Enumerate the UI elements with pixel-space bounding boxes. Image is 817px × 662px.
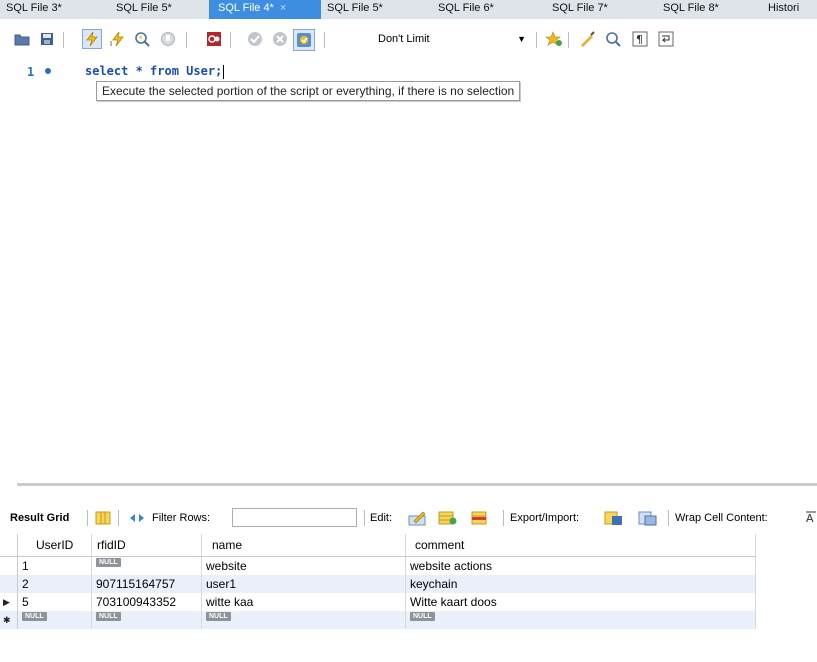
result-grid-tab[interactable]: Result Grid (10, 509, 69, 527)
cell-userid[interactable]: 2 (18, 575, 92, 593)
commit-icon[interactable] (245, 29, 265, 49)
cell-name[interactable]: NULL (202, 611, 406, 629)
cell-rfidid[interactable]: 907115164757 (92, 575, 202, 593)
edit-row-icon[interactable] (408, 509, 428, 527)
rollback-icon[interactable] (270, 29, 290, 49)
execute-lightning-icon[interactable] (82, 29, 102, 49)
column-header-name[interactable]: name (202, 534, 406, 556)
cell-userid[interactable]: 5 (18, 593, 92, 611)
autocommit-icon[interactable] (293, 29, 315, 51)
filter-rows-label: Filter Rows: (152, 512, 211, 524)
cell-name[interactable]: website (202, 557, 406, 575)
tab-label: SQL File 5* (327, 2, 383, 14)
tab-label: SQL File 5* (116, 2, 172, 14)
null-badge: NULL (22, 612, 47, 621)
tab-sql-file-5b[interactable]: SQL File 5* (321, 0, 424, 19)
new-row[interactable]: ✱ NULL NULL NULL NULL (0, 611, 756, 629)
tab-sql-file-8[interactable]: SQL File 8* (646, 0, 750, 19)
row-indicator (0, 575, 18, 593)
cell-comment[interactable]: Witte kaart doos (406, 593, 756, 611)
limit-rows-value: Don't Limit (378, 33, 430, 45)
sql-editor[interactable]: 1 select * from User; Execute the select… (0, 58, 817, 478)
tab-label: SQL File 8* (663, 2, 719, 14)
tooltip: Execute the selected portion of the scri… (96, 81, 521, 101)
cell-rfidid[interactable]: NULL (92, 557, 202, 575)
execute-cursor-icon[interactable]: I (108, 29, 128, 49)
chevron-down-icon: ▼ (517, 34, 526, 44)
tab-sql-file-4[interactable]: SQL File 4* × (209, 0, 321, 19)
close-icon[interactable]: × (280, 2, 286, 14)
export-import-label: Export/Import: (510, 512, 580, 524)
tab-label: SQL File 6* (438, 2, 494, 14)
svg-text:¶: ¶ (636, 33, 643, 46)
bookmark-star-icon[interactable] (544, 29, 564, 49)
svg-text:I: I (110, 40, 112, 47)
table-row[interactable]: ▶ 5 703100943352 witte kaa Witte kaart d… (0, 593, 756, 611)
null-badge: NULL (96, 558, 121, 567)
tab-sql-file-5[interactable]: SQL File 5* (92, 0, 209, 19)
wrap-cell-icon[interactable]: A (806, 509, 817, 527)
cell-name[interactable]: witte kaa (202, 593, 406, 611)
statement-marker-icon (45, 68, 51, 74)
cell-rfidid[interactable]: NULL (92, 611, 202, 629)
table-row[interactable]: 2 907115164757 user1 keychain (0, 575, 756, 593)
null-badge: NULL (96, 612, 121, 621)
tab-bar: SQL File 3* SQL File 5* SQL File 4* × SQL… (0, 0, 817, 19)
import-icon[interactable] (638, 509, 658, 527)
cell-userid[interactable]: 1 (18, 557, 92, 575)
column-header-rfidid[interactable]: rfidID (92, 534, 202, 556)
toggle-error-icon[interactable] (204, 29, 224, 49)
stop-icon[interactable] (158, 29, 178, 49)
row-indicator (0, 557, 18, 575)
sql-toolbar: I Don't Limit ▼ ¶ (0, 29, 817, 55)
code-line[interactable]: select * from User; (85, 64, 225, 79)
table-row[interactable]: 1 NULL website website actions (0, 557, 756, 575)
tab-sql-file-7[interactable]: SQL File 7* (536, 0, 646, 19)
cell-comment[interactable]: NULL (406, 611, 756, 629)
filter-rows-input[interactable] (232, 508, 357, 527)
row-indicator-header (0, 534, 18, 556)
wrap-icon[interactable] (656, 29, 676, 49)
tab-label: SQL File 4* (218, 2, 274, 14)
null-badge: NULL (410, 612, 435, 621)
result-toolbar: Result Grid Filter Rows: Edit: Export/Im… (0, 507, 817, 529)
explain-icon[interactable] (132, 29, 152, 49)
cell-rfidid[interactable]: 703100943352 (92, 593, 202, 611)
svg-text:A: A (806, 512, 814, 525)
text-caret (223, 64, 225, 79)
export-icon[interactable] (604, 509, 624, 527)
add-row-icon[interactable] (438, 509, 458, 527)
edit-label: Edit: (370, 512, 393, 524)
grid-header-row: UserID rfidID name comment (0, 534, 756, 557)
beautify-icon[interactable] (577, 29, 597, 49)
result-grid: UserID rfidID name comment 1 NULL websit… (0, 534, 756, 629)
grid-columns-icon[interactable] (95, 509, 111, 527)
limit-rows-select[interactable]: Don't Limit ▼ (370, 30, 530, 48)
save-icon[interactable] (37, 29, 57, 49)
column-header-comment[interactable]: comment (406, 534, 756, 556)
tab-label: Histori (768, 2, 800, 14)
tab-history[interactable]: Histori (750, 0, 817, 19)
panel-splitter[interactable] (17, 483, 817, 486)
null-badge: NULL (206, 612, 231, 621)
tab-sql-file-3[interactable]: SQL File 3* (0, 0, 92, 19)
find-icon[interactable] (603, 29, 623, 49)
cell-name[interactable]: user1 (202, 575, 406, 593)
refresh-arrows-icon[interactable] (128, 509, 146, 527)
tab-label: SQL File 3* (6, 2, 62, 14)
sql-statement: select * from User; (85, 64, 223, 78)
line-number: 1 (27, 65, 35, 79)
current-row-indicator-icon: ▶ (0, 593, 18, 611)
new-row-indicator-icon: ✱ (0, 611, 18, 629)
cell-comment[interactable]: keychain (406, 575, 756, 593)
tab-label: SQL File 7* (552, 2, 608, 14)
column-header-userid[interactable]: UserID (18, 534, 92, 556)
cell-userid[interactable]: NULL (18, 611, 92, 629)
tab-sql-file-6[interactable]: SQL File 6* (424, 0, 536, 19)
open-folder-icon[interactable] (12, 29, 32, 49)
delete-row-icon[interactable] (471, 509, 491, 527)
cell-comment[interactable]: website actions (406, 557, 756, 575)
wrap-cell-content-label: Wrap Cell Content: (675, 512, 768, 524)
invisible-chars-icon[interactable]: ¶ (630, 29, 650, 49)
